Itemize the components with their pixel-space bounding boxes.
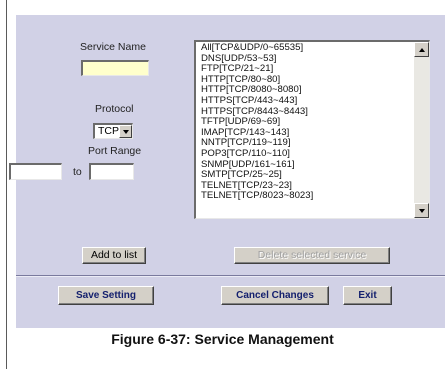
- exit-button[interactable]: Exit: [343, 286, 392, 305]
- service-name-input[interactable]: [81, 60, 149, 76]
- scroll-up-button[interactable]: [414, 42, 429, 57]
- list-item[interactable]: POP3[TCP/110~110]: [201, 148, 313, 160]
- port-range-label: Port Range: [88, 145, 142, 157]
- list-item[interactable]: HTTPS[TCP/443~443]: [201, 95, 313, 107]
- service-list-items: All[TCP&UDP/0~65535] DNS[UDP/53~53] FTP[TC…: [201, 42, 313, 202]
- divider-highlight: [16, 276, 445, 277]
- service-list-scrollbar[interactable]: [414, 42, 429, 218]
- chevron-down-icon[interactable]: [119, 125, 132, 138]
- protocol-select[interactable]: TCP: [93, 123, 133, 139]
- page-border-line: [6, 0, 7, 369]
- save-setting-button[interactable]: Save Setting: [58, 286, 154, 305]
- list-item[interactable]: TELNET[TCP/8023~8023]: [201, 191, 313, 202]
- cancel-changes-button[interactable]: Cancel Changes: [221, 286, 329, 305]
- delete-selected-service-button[interactable]: Delete selected service: [234, 247, 390, 264]
- add-to-list-button[interactable]: Add to list: [82, 247, 146, 264]
- chevron-up-icon: [419, 48, 425, 52]
- protocol-label: Protocol: [95, 103, 134, 115]
- service-management-panel: Service Name Protocol TCP Port Range to …: [9, 15, 445, 328]
- port-to-label: to: [73, 166, 82, 178]
- chevron-down-icon: [419, 209, 425, 213]
- port-to-input[interactable]: [89, 163, 134, 180]
- service-name-label: Service Name: [80, 41, 146, 53]
- list-item[interactable]: All[TCP&UDP/0~65535]: [201, 42, 313, 54]
- service-list[interactable]: All[TCP&UDP/0~65535] DNS[UDP/53~53] FTP[TC…: [194, 40, 430, 219]
- figure-caption: Figure 6-37: Service Management: [111, 331, 334, 347]
- scroll-down-button[interactable]: [414, 203, 429, 218]
- port-from-input[interactable]: [9, 163, 62, 180]
- protocol-selected-value: TCP: [98, 125, 119, 137]
